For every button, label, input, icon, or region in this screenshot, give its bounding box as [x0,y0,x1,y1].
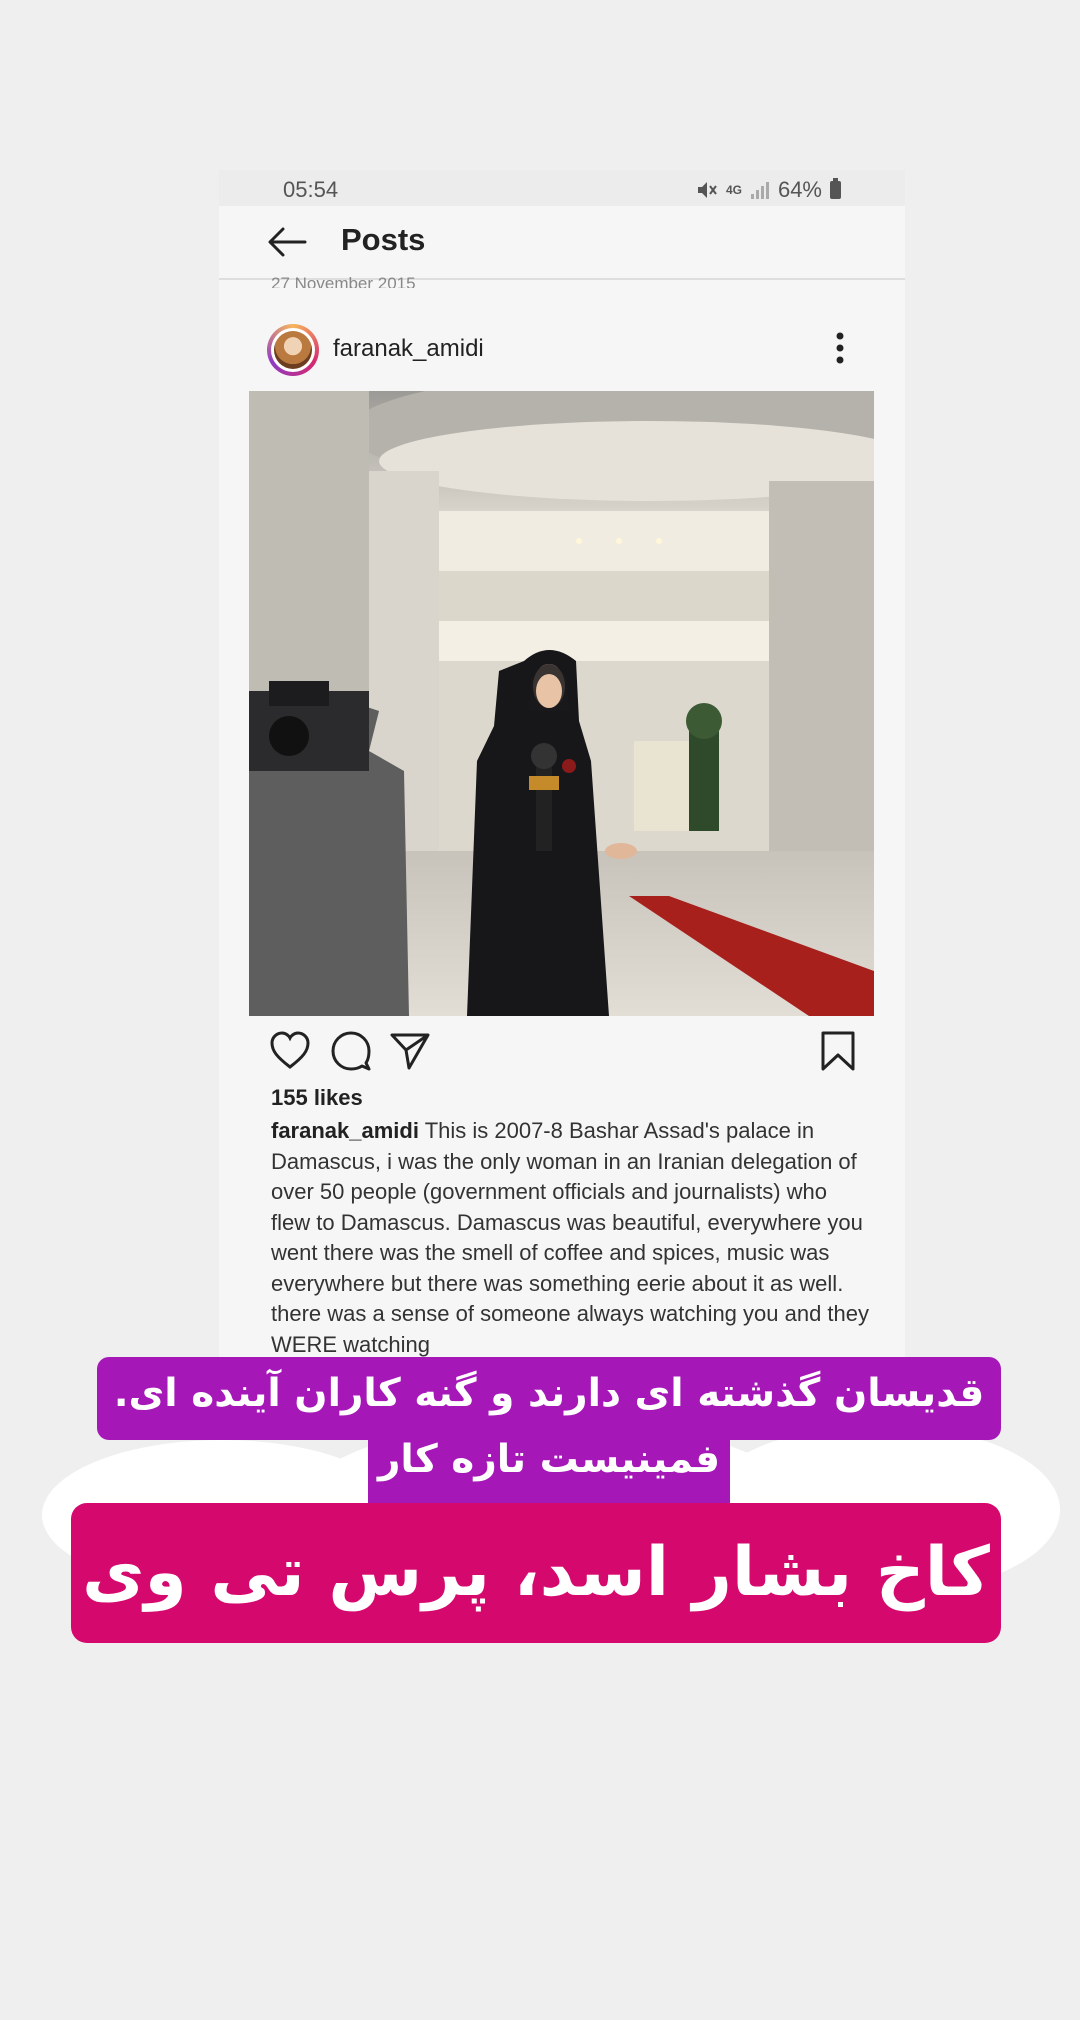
post-header: faranak_amidi [219,318,905,392]
top-app-bar: Posts [219,206,905,280]
heart-icon[interactable] [269,1030,311,1072]
likes-count[interactable]: 155 likes [271,1085,363,1111]
caption-text: This is 2007-8 Bashar Assad's palace in … [271,1118,870,1357]
back-arrow-icon[interactable] [267,226,307,258]
caption-username[interactable]: faranak_amidi [271,1118,419,1143]
status-time: 05:54 [283,177,339,202]
page-title: Posts [341,222,426,257]
overlay-line1-text: قدیسان گذشته ای دارند و گنه کاران آینده … [113,1371,985,1416]
overlay-caption-line2: فمینیست تازه کار [368,1430,730,1503]
overlay-headline: کاخ بشار اسد، پرس تی وی [71,1503,1001,1643]
overlay-caption-line1: قدیسان گذشته ای دارند و گنه کاران آینده … [97,1357,1001,1440]
overlay-line2-text: فمینیست تازه کار [377,1437,721,1482]
status-bar: 05:54 4G 64% [219,170,905,206]
share-icon[interactable] [389,1030,431,1072]
battery-icon [830,178,841,199]
avatar[interactable] [267,324,319,376]
mute-icon [697,182,717,198]
more-vertical-icon[interactable] [835,328,845,368]
post-username[interactable]: faranak_amidi [333,335,484,363]
status-icons: 4G 64% [696,177,841,203]
post-photo[interactable] [249,391,874,1016]
comment-icon[interactable] [330,1030,372,1072]
previous-post-date: 27 November 2015 [271,274,416,288]
post-caption: faranak_amidi This is 2007-8 Bashar Assa… [271,1116,871,1360]
instagram-screenshot: 05:54 4G 64% Posts 27 November 2015 fara… [219,170,905,1375]
bookmark-icon[interactable] [817,1030,859,1072]
post-actions [219,1030,905,1080]
network-label: 4G [725,183,742,197]
battery-percent: 64% [777,177,822,202]
signal-icon [750,182,769,199]
overlay-headline-text: کاخ بشار اسد، پرس تی وی [82,1533,990,1612]
